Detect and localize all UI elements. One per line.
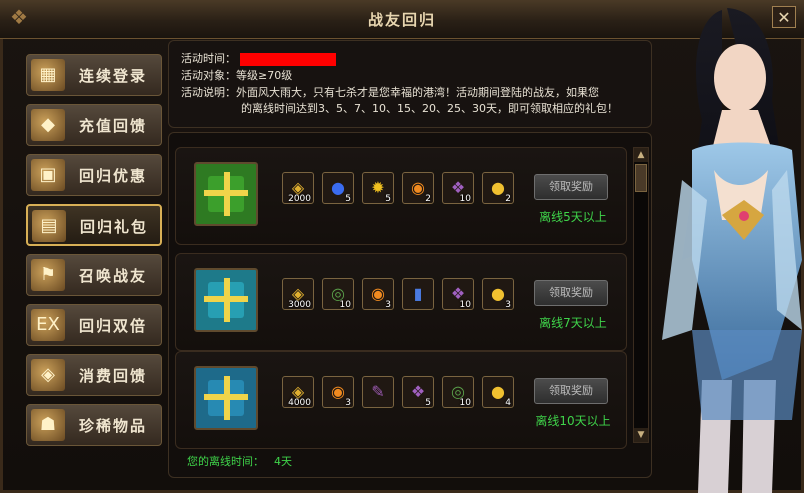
sidebar-item-3[interactable]: ▣ 回归优惠	[26, 154, 162, 196]
sidebar-item-4[interactable]: ▤ 回归礼包	[26, 204, 162, 246]
item-quantity: 10	[459, 300, 471, 310]
reward-item[interactable]: ◎ 10	[442, 376, 474, 408]
purple-bone-icon: ✎	[371, 382, 385, 401]
sidebar-item-8[interactable]: ☗ 珍稀物品	[26, 404, 162, 446]
character-portrait	[652, 0, 804, 493]
scrollbar[interactable]: ▲ ▼	[633, 147, 649, 443]
item-quantity: 5	[345, 194, 351, 204]
offline-requirement: 离线5天以上	[539, 210, 607, 224]
item-quantity: 10	[459, 398, 471, 408]
reward-item[interactable]: ▮	[402, 278, 434, 310]
sidebar-item-label: 珍稀物品	[79, 417, 148, 435]
reward-row: ◈ 3000 ◎ 10 ◉ 3 ▮ ❖ 10 ● 3 领取奖励离线7天以上	[175, 253, 627, 351]
offline-time-footer: 您的离线时间： 4天	[187, 453, 292, 469]
sidebar-item-label: 消费回馈	[79, 367, 148, 385]
activity-info-panel: 活动时间： 活动对象：等级≥70级 活动说明：外面风大雨大，只有七杀才是您幸福的…	[168, 40, 652, 128]
sidebar-item-7[interactable]: ◈ 消费回馈	[26, 354, 162, 396]
reward-item[interactable]: ◎ 10	[322, 278, 354, 310]
reward-item[interactable]: ✹ 5	[362, 172, 394, 204]
item-quantity: 2000	[288, 194, 311, 204]
item-quantity: 3	[385, 300, 391, 310]
sidebar-item-label: 回归双倍	[79, 317, 148, 335]
blue-card-icon: ▮	[413, 284, 423, 303]
item-quantity: 5	[385, 194, 391, 204]
sidebar-item-2[interactable]: ◆ 充值回馈	[26, 104, 162, 146]
sidebar-item-label: 回归礼包	[80, 218, 149, 236]
reward-item[interactable]: ◉ 2	[402, 172, 434, 204]
gold-bag-icon: ◆	[31, 109, 65, 141]
reward-item[interactable]: ◈ 3000	[282, 278, 314, 310]
reward-row: ◈ 2000 ● 5 ✹ 5 ◉ 2 ❖ 10 ● 2 领取奖励离线5天以上	[175, 147, 627, 245]
calendar-icon: ▦	[31, 59, 65, 91]
demon-mask-icon: ☗	[31, 409, 65, 441]
reward-item[interactable]: ❖ 5	[402, 376, 434, 408]
reward-item[interactable]: ❖ 10	[442, 172, 474, 204]
scroll-down-icon[interactable]: ▼	[634, 428, 648, 442]
claim-reward-button[interactable]: 领取奖励	[534, 280, 608, 306]
item-quantity: 3000	[288, 300, 311, 310]
activity-time-label: 活动时间：	[181, 52, 236, 65]
reward-item[interactable]: ● 4	[482, 376, 514, 408]
reward-item[interactable]: ● 2	[482, 172, 514, 204]
item-quantity: 4	[505, 398, 511, 408]
offline-time-value: 4天	[274, 455, 292, 468]
offline-requirement: 离线7天以上	[539, 316, 607, 330]
reward-item[interactable]: ◉ 3	[362, 278, 394, 310]
reward-item[interactable]: ❖ 10	[442, 278, 474, 310]
claim-reward-button[interactable]: 领取奖励	[534, 174, 608, 200]
activity-desc-line2: 的离线时间达到3、5、7、10、15、20、25、30天，即可领取相应的礼包！	[241, 102, 618, 115]
reward-item[interactable]: ◉ 3	[322, 376, 354, 408]
activity-desc-line1: 外面风大雨大，只有七杀才是您幸福的港湾！活动期间登陆的战友，如果您	[236, 86, 599, 99]
banner-icon: ⚑	[31, 259, 65, 291]
activity-time-row: 活动时间：	[181, 51, 336, 67]
item-quantity: 2	[505, 194, 511, 204]
activity-time-redacted	[240, 52, 336, 66]
activity-target-row: 活动对象：等级≥70级	[181, 68, 292, 84]
sidebar-item-label: 连续登录	[79, 67, 148, 85]
gift-box-icon	[194, 366, 258, 430]
reward-item[interactable]: ● 3	[482, 278, 514, 310]
gift-pile-icon: ▣	[31, 159, 65, 191]
exp-scroll-icon: EX	[31, 309, 65, 341]
claim-reward-button[interactable]: 领取奖励	[534, 378, 608, 404]
sidebar-nav: ▦ 连续登录 ◆ 充值回馈 ▣ 回归优惠 ▤ 回归礼包 ⚑ 召唤战友 EX 回归双倍 ◈ 消费回馈 ☗ 珍稀物…	[26, 54, 164, 454]
item-quantity: 3	[505, 300, 511, 310]
reward-item[interactable]: ◈ 4000	[282, 376, 314, 408]
scroll-up-icon[interactable]: ▲	[634, 148, 648, 162]
reward-item[interactable]: ✎	[362, 376, 394, 408]
item-quantity: 10	[339, 300, 351, 310]
item-quantity: 3	[345, 398, 351, 408]
item-quantity: 10	[459, 194, 471, 204]
treasure-chest-icon: ▤	[32, 210, 66, 242]
sidebar-item-label: 回归优惠	[79, 167, 148, 185]
activity-target-label: 活动对象：	[181, 69, 236, 82]
gift-box-icon	[194, 162, 258, 226]
sidebar-item-5[interactable]: ⚑ 召唤战友	[26, 254, 162, 296]
item-quantity: 5	[425, 398, 431, 408]
activity-target-value: 等级≥70级	[236, 69, 293, 82]
gold-ingot-icon: ◈	[31, 359, 65, 391]
reward-item[interactable]: ● 5	[322, 172, 354, 204]
reward-row: ◈ 4000 ◉ 3 ✎ ❖ 5 ◎ 10 ● 4 领取奖励离线10天以上	[175, 351, 627, 449]
reward-item[interactable]: ◈ 2000	[282, 172, 314, 204]
offline-requirement: 离线10天以上	[535, 414, 611, 428]
sidebar-item-label: 充值回馈	[79, 117, 148, 135]
sidebar-item-1[interactable]: ▦ 连续登录	[26, 54, 162, 96]
heroine-illustration-icon	[662, 8, 802, 493]
offline-time-label: 您的离线时间：	[187, 455, 264, 468]
reward-list: ◈ 4000 ◉ 3 ✎ ❖ 5 ◎ 10 ● 4 领取奖励 离线10天以上 ◈ 3000 ◎ 10 ◉ 3 ▮ ❖ 10…	[168, 132, 652, 478]
item-quantity: 2	[425, 194, 431, 204]
sidebar-item-6[interactable]: EX 回归双倍	[26, 304, 162, 346]
gift-box-icon	[194, 268, 258, 332]
sidebar-item-label: 召唤战友	[79, 267, 148, 285]
item-quantity: 4000	[288, 398, 311, 408]
scroll-thumb[interactable]	[635, 164, 647, 192]
activity-desc-label: 活动说明：	[181, 86, 236, 99]
activity-desc-row: 活动说明：外面风大雨大，只有七杀才是您幸福的港湾！活动期间登陆的战友，如果您	[181, 85, 599, 101]
